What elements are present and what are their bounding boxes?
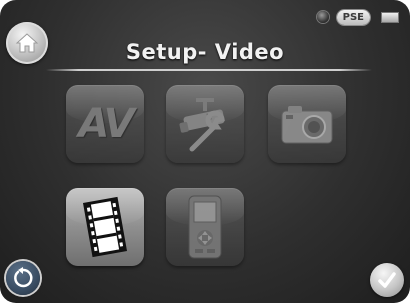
- handheld-tester-icon: [188, 195, 222, 259]
- confirm-button[interactable]: [370, 263, 404, 297]
- tile-video-film[interactable]: [66, 188, 144, 266]
- photo-camera-icon: [281, 106, 333, 144]
- back-icon: [14, 267, 33, 288]
- page-title: Setup- Video: [125, 40, 285, 64]
- status-led-icon: [316, 11, 329, 23]
- ip-camera-wrench-icon: IP: [179, 98, 225, 152]
- checkmark-icon: [378, 272, 396, 288]
- tile-ip-camera-tools[interactable]: IP: [166, 85, 244, 163]
- film-strip-icon: [82, 196, 128, 258]
- tile-av[interactable]: AV: [66, 85, 144, 163]
- tile-tester-device[interactable]: [166, 188, 244, 266]
- title-divider: [46, 69, 372, 71]
- device-screen: PSE Setup- Video AV IP: [0, 0, 410, 303]
- pse-badge: PSE: [336, 9, 370, 25]
- back-button[interactable]: [6, 261, 40, 295]
- tile-camera[interactable]: [268, 85, 346, 163]
- av-icon: AV: [78, 101, 134, 147]
- minimize-icon[interactable]: [382, 12, 398, 22]
- status-bar: PSE: [316, 8, 398, 26]
